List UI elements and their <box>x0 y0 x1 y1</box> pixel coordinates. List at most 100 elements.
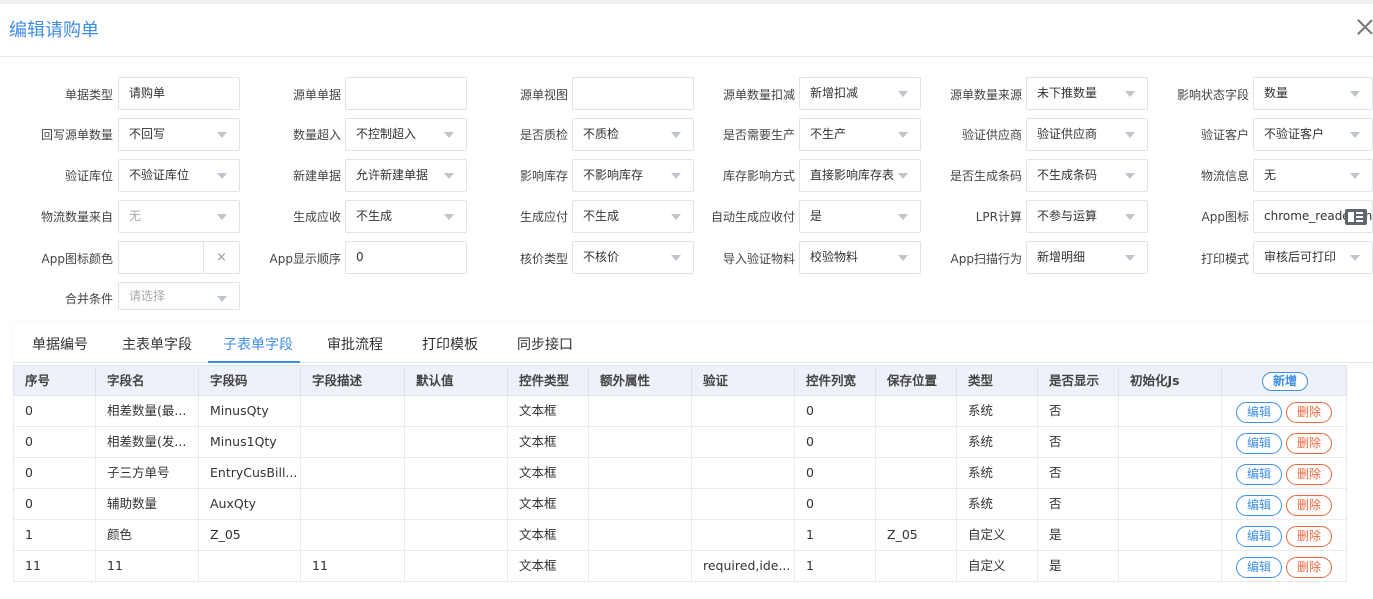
delete-row-button[interactable]: 删除 <box>1286 402 1332 423</box>
label-app-scan: App扫描行为 <box>950 252 1022 266</box>
status-field-select[interactable]: 数量 <box>1253 77 1373 110</box>
table-cell <box>692 396 795 426</box>
logistics-src-select[interactable]: 无 <box>118 200 240 233</box>
app-icon-color-input[interactable] <box>118 241 204 274</box>
table-cell: 0 <box>795 458 876 488</box>
label-src-qty-deduct: 源单数量扣减 <box>722 88 795 102</box>
merge-cond-select[interactable]: 请选择 <box>118 282 240 310</box>
src-doc-input[interactable] <box>345 77 467 110</box>
edit-row-button[interactable]: 编辑 <box>1236 433 1282 454</box>
dialog-title: 编辑请购单 <box>9 20 99 41</box>
tab-sub-fields[interactable]: 子表单字段 <box>223 334 293 354</box>
label-verify-loc: 验证库位 <box>64 169 113 183</box>
auto-recv-select[interactable]: 是 <box>799 200 921 233</box>
table-cell: 文本框 <box>508 489 589 519</box>
writeback-qty-select[interactable]: 不回写 <box>118 118 240 151</box>
table-row: 0 相差数量(发... Minus1Qty 文本框 0 系统否编辑 删除 <box>13 427 1347 458</box>
src-qty-source-select[interactable]: 未下推数量 <box>1026 77 1148 110</box>
table-cell: 否 <box>1038 396 1119 426</box>
tab-sync-api[interactable]: 同步接口 <box>517 334 573 354</box>
table-cell <box>589 489 692 519</box>
table-cell: 否 <box>1038 458 1119 488</box>
table-cell: 文本框 <box>508 396 589 426</box>
price-type-select[interactable]: 不核价 <box>572 241 694 274</box>
table-cell: 文本框 <box>508 551 589 581</box>
label-qc: 是否质检 <box>519 128 568 142</box>
edit-row-button[interactable]: 编辑 <box>1236 557 1282 578</box>
new-doc-select[interactable]: 允许新建单据 <box>345 159 467 192</box>
delete-row-button[interactable]: 删除 <box>1286 526 1332 547</box>
table-cell: Minus1Qty <box>199 427 301 457</box>
tab-main-fields[interactable]: 主表单字段 <box>122 334 192 354</box>
table-cell <box>1119 520 1222 550</box>
src-view-input[interactable] <box>572 77 694 110</box>
table-cell <box>301 458 405 488</box>
qc-select[interactable]: 不质检 <box>572 118 694 151</box>
table-cell <box>405 551 508 581</box>
add-row-button[interactable]: 新增 <box>1262 372 1308 391</box>
top-strip <box>0 0 1373 4</box>
gen-barcode-select[interactable]: 不生成条码 <box>1026 159 1148 192</box>
app-scan-select[interactable]: 新增明细 <box>1026 241 1148 274</box>
active-tab-indicator <box>208 361 300 363</box>
header-cell: 默认值 <box>405 366 508 395</box>
tab-approval-flow[interactable]: 审批流程 <box>327 334 383 354</box>
affect-stock-select[interactable]: 不影响库存 <box>572 159 694 192</box>
table-cell <box>1119 489 1222 519</box>
table-cell <box>1119 551 1222 581</box>
label-writeback-qty: 回写源单数量 <box>40 128 113 142</box>
label-src-qty-source: 源单数量来源 <box>949 88 1022 102</box>
table-cell <box>692 458 795 488</box>
edit-row-button[interactable]: 编辑 <box>1236 495 1282 516</box>
doc-type-input[interactable]: 请购单 <box>118 77 240 110</box>
qty-exceed-select[interactable]: 不控制超入 <box>345 118 467 151</box>
table-cell: 0 <box>14 396 96 426</box>
stock-mode-select[interactable]: 直接影响库存表 <box>799 159 921 192</box>
table-cell: 文本框 <box>508 458 589 488</box>
gen-recv-select[interactable]: 不生成 <box>345 200 467 233</box>
tab-print-template[interactable]: 打印模板 <box>422 334 478 354</box>
delete-row-button[interactable]: 删除 <box>1286 433 1332 454</box>
logistics-select[interactable]: 无 <box>1253 159 1373 192</box>
table-cell <box>589 458 692 488</box>
table-cell: Z_05 <box>876 520 957 550</box>
import-verify-select[interactable]: 校验物料 <box>799 241 921 274</box>
verify-customer-select[interactable]: 不验证客户 <box>1253 118 1373 151</box>
table-cell: 系统 <box>957 458 1038 488</box>
edit-row-button[interactable]: 编辑 <box>1236 464 1282 485</box>
label-price-type: 核价类型 <box>519 252 568 266</box>
table-cell: 11 <box>301 551 405 581</box>
tab-doc-number[interactable]: 单据编号 <box>32 334 88 354</box>
edit-row-button[interactable]: 编辑 <box>1236 402 1282 423</box>
app-order-input[interactable]: 0 <box>345 241 467 274</box>
delete-row-button[interactable]: 删除 <box>1286 464 1332 485</box>
need-prod-select[interactable]: 不生产 <box>799 118 921 151</box>
table-cell <box>589 396 692 426</box>
edit-row-button[interactable]: 编辑 <box>1236 526 1282 547</box>
table-cell: 相差数量(最... <box>96 396 199 426</box>
header-cell: 保存位置 <box>876 366 957 395</box>
delete-row-button[interactable]: 删除 <box>1286 495 1332 516</box>
gen-pay-select[interactable]: 不生成 <box>572 200 694 233</box>
table-cell <box>405 427 508 457</box>
verify-supplier-select[interactable]: 验证供应商 <box>1026 118 1148 151</box>
lpr-select[interactable]: 不参与运算 <box>1026 200 1148 233</box>
table-cell: 11 <box>14 551 96 581</box>
label-qty-exceed: 数量超入 <box>292 128 341 142</box>
label-app-icon: App图标 <box>1201 210 1249 224</box>
close-icon[interactable] <box>1356 18 1373 36</box>
src-qty-deduct-select[interactable]: 新增扣减 <box>799 77 921 110</box>
verify-loc-select[interactable]: 不验证库位 <box>118 159 240 192</box>
header-cell: 初始化Js <box>1119 366 1222 395</box>
header-cell: 字段名 <box>96 366 199 395</box>
table-cell <box>876 489 957 519</box>
table-cell <box>1119 396 1222 426</box>
delete-row-button[interactable]: 删除 <box>1286 557 1332 578</box>
header-cell: 控件类型 <box>508 366 589 395</box>
header-cell: 序号 <box>14 366 96 395</box>
label-doc-type: 单据类型 <box>64 88 113 102</box>
table-cell <box>199 551 301 581</box>
label-lpr: LPR计算 <box>975 210 1022 224</box>
label-gen-recv: 生成应收 <box>292 210 341 224</box>
print-mode-select[interactable]: 审核后可打印 <box>1253 241 1373 274</box>
